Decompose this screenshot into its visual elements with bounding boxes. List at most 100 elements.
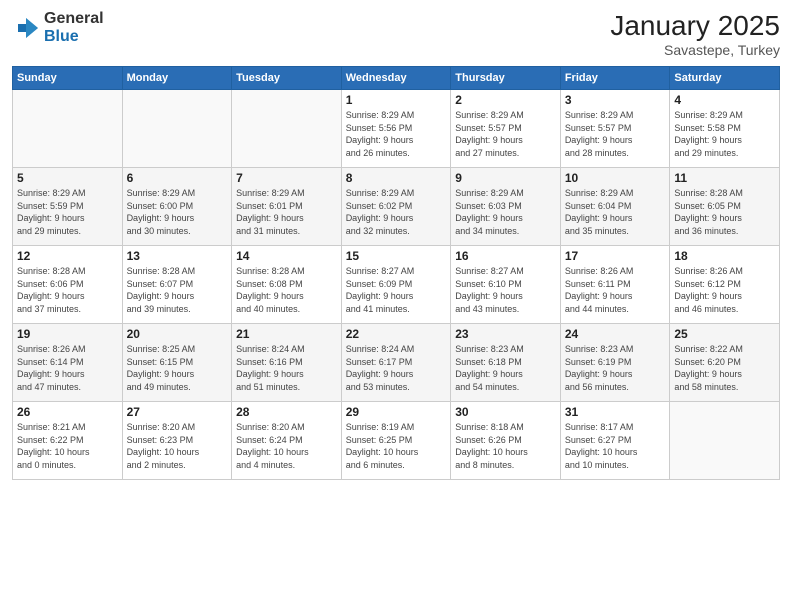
day-info: Sunrise: 8:20 AM Sunset: 6:24 PM Dayligh…	[236, 421, 337, 471]
day-number: 7	[236, 171, 337, 185]
logo-general-text: General	[44, 10, 104, 28]
header-wednesday: Wednesday	[341, 67, 451, 90]
day-info: Sunrise: 8:29 AM Sunset: 6:02 PM Dayligh…	[346, 187, 447, 237]
day-number: 16	[455, 249, 556, 263]
day-info: Sunrise: 8:24 AM Sunset: 6:17 PM Dayligh…	[346, 343, 447, 393]
logo-blue-text: Blue	[44, 28, 104, 46]
day-number: 30	[455, 405, 556, 419]
day-number: 3	[565, 93, 666, 107]
day-info: Sunrise: 8:23 AM Sunset: 6:19 PM Dayligh…	[565, 343, 666, 393]
calendar-cell	[122, 90, 232, 168]
day-info: Sunrise: 8:17 AM Sunset: 6:27 PM Dayligh…	[565, 421, 666, 471]
calendar-cell: 24 Sunrise: 8:23 AM Sunset: 6:19 PM Dayli…	[560, 324, 670, 402]
day-number: 14	[236, 249, 337, 263]
day-number: 21	[236, 327, 337, 341]
day-number: 1	[346, 93, 447, 107]
day-number: 27	[127, 405, 228, 419]
day-number: 20	[127, 327, 228, 341]
day-info: Sunrise: 8:21 AM Sunset: 6:22 PM Dayligh…	[17, 421, 118, 471]
day-number: 24	[565, 327, 666, 341]
day-info: Sunrise: 8:26 AM Sunset: 6:14 PM Dayligh…	[17, 343, 118, 393]
day-number: 31	[565, 405, 666, 419]
day-number: 11	[674, 171, 775, 185]
calendar-cell: 20 Sunrise: 8:25 AM Sunset: 6:15 PM Dayli…	[122, 324, 232, 402]
day-number: 25	[674, 327, 775, 341]
calendar-cell: 19 Sunrise: 8:26 AM Sunset: 6:14 PM Dayli…	[13, 324, 123, 402]
day-info: Sunrise: 8:29 AM Sunset: 5:59 PM Dayligh…	[17, 187, 118, 237]
day-info: Sunrise: 8:28 AM Sunset: 6:06 PM Dayligh…	[17, 265, 118, 315]
calendar-cell: 7Sunrise: 8:29 AM Sunset: 6:01 PM Daylig…	[232, 168, 342, 246]
day-number: 19	[17, 327, 118, 341]
calendar-cell: 13 Sunrise: 8:28 AM Sunset: 6:07 PM Dayli…	[122, 246, 232, 324]
calendar-cell: 6Sunrise: 8:29 AM Sunset: 6:00 PM Daylig…	[122, 168, 232, 246]
calendar-cell: 9Sunrise: 8:29 AM Sunset: 6:03 PM Daylig…	[451, 168, 561, 246]
day-info: Sunrise: 8:29 AM Sunset: 5:56 PM Dayligh…	[346, 109, 447, 159]
day-info: Sunrise: 8:28 AM Sunset: 6:07 PM Dayligh…	[127, 265, 228, 315]
calendar-cell	[670, 402, 780, 480]
calendar-cell: 15Sunrise: 8:27 AM Sunset: 6:09 PM Dayli…	[341, 246, 451, 324]
day-number: 2	[455, 93, 556, 107]
day-number: 10	[565, 171, 666, 185]
page: General Blue January 2025 Savastepe, Tur…	[0, 0, 792, 612]
day-info: Sunrise: 8:27 AM Sunset: 6:10 PM Dayligh…	[455, 265, 556, 315]
day-info: Sunrise: 8:26 AM Sunset: 6:11 PM Dayligh…	[565, 265, 666, 315]
week-row-2: 12 Sunrise: 8:28 AM Sunset: 6:06 PM Dayli…	[13, 246, 780, 324]
calendar-cell: 17Sunrise: 8:26 AM Sunset: 6:11 PM Dayli…	[560, 246, 670, 324]
calendar-cell	[13, 90, 123, 168]
calendar-cell: 28 Sunrise: 8:20 AM Sunset: 6:24 PM Dayli…	[232, 402, 342, 480]
calendar-cell: 5 Sunrise: 8:29 AM Sunset: 5:59 PM Daylig…	[13, 168, 123, 246]
header-sunday: Sunday	[13, 67, 123, 90]
day-info: Sunrise: 8:29 AM Sunset: 5:58 PM Dayligh…	[674, 109, 775, 159]
calendar-cell: 12 Sunrise: 8:28 AM Sunset: 6:06 PM Dayli…	[13, 246, 123, 324]
week-row-0: 1 Sunrise: 8:29 AM Sunset: 5:56 PM Daylig…	[13, 90, 780, 168]
day-info: Sunrise: 8:18 AM Sunset: 6:26 PM Dayligh…	[455, 421, 556, 471]
day-number: 23	[455, 327, 556, 341]
calendar-cell: 30 Sunrise: 8:18 AM Sunset: 6:26 PM Dayli…	[451, 402, 561, 480]
calendar-cell: 10Sunrise: 8:29 AM Sunset: 6:04 PM Dayli…	[560, 168, 670, 246]
calendar-cell: 31 Sunrise: 8:17 AM Sunset: 6:27 PM Dayli…	[560, 402, 670, 480]
week-row-4: 26 Sunrise: 8:21 AM Sunset: 6:22 PM Dayli…	[13, 402, 780, 480]
calendar-cell: 2 Sunrise: 8:29 AM Sunset: 5:57 PM Daylig…	[451, 90, 561, 168]
calendar-cell: 23Sunrise: 8:23 AM Sunset: 6:18 PM Dayli…	[451, 324, 561, 402]
header-tuesday: Tuesday	[232, 67, 342, 90]
logo: General Blue	[12, 10, 104, 45]
day-number: 29	[346, 405, 447, 419]
day-info: Sunrise: 8:25 AM Sunset: 6:15 PM Dayligh…	[127, 343, 228, 393]
day-number: 9	[455, 171, 556, 185]
day-info: Sunrise: 8:20 AM Sunset: 6:23 PM Dayligh…	[127, 421, 228, 471]
calendar-cell: 8Sunrise: 8:29 AM Sunset: 6:02 PM Daylig…	[341, 168, 451, 246]
calendar-cell: 1 Sunrise: 8:29 AM Sunset: 5:56 PM Daylig…	[341, 90, 451, 168]
day-info: Sunrise: 8:28 AM Sunset: 6:08 PM Dayligh…	[236, 265, 337, 315]
calendar-cell: 16 Sunrise: 8:27 AM Sunset: 6:10 PM Dayli…	[451, 246, 561, 324]
day-number: 28	[236, 405, 337, 419]
calendar-cell: 22 Sunrise: 8:24 AM Sunset: 6:17 PM Dayli…	[341, 324, 451, 402]
calendar-cell: 14 Sunrise: 8:28 AM Sunset: 6:08 PM Dayli…	[232, 246, 342, 324]
calendar-table: Sunday Monday Tuesday Wednesday Thursday…	[12, 66, 780, 480]
calendar-cell: 21 Sunrise: 8:24 AM Sunset: 6:16 PM Dayli…	[232, 324, 342, 402]
day-info: Sunrise: 8:27 AM Sunset: 6:09 PM Dayligh…	[346, 265, 447, 315]
day-info: Sunrise: 8:29 AM Sunset: 5:57 PM Dayligh…	[565, 109, 666, 159]
week-row-1: 5 Sunrise: 8:29 AM Sunset: 5:59 PM Daylig…	[13, 168, 780, 246]
day-info: Sunrise: 8:26 AM Sunset: 6:12 PM Dayligh…	[674, 265, 775, 315]
calendar-cell: 26 Sunrise: 8:21 AM Sunset: 6:22 PM Dayli…	[13, 402, 123, 480]
calendar-cell: 11 Sunrise: 8:28 AM Sunset: 6:05 PM Dayli…	[670, 168, 780, 246]
calendar-cell: 3 Sunrise: 8:29 AM Sunset: 5:57 PM Daylig…	[560, 90, 670, 168]
header-thursday: Thursday	[451, 67, 561, 90]
day-number: 26	[17, 405, 118, 419]
day-number: 13	[127, 249, 228, 263]
day-number: 12	[17, 249, 118, 263]
day-info: Sunrise: 8:29 AM Sunset: 5:57 PM Dayligh…	[455, 109, 556, 159]
day-number: 6	[127, 171, 228, 185]
day-info: Sunrise: 8:24 AM Sunset: 6:16 PM Dayligh…	[236, 343, 337, 393]
calendar-cell: 25Sunrise: 8:22 AM Sunset: 6:20 PM Dayli…	[670, 324, 780, 402]
calendar-cell	[232, 90, 342, 168]
logo-icon	[12, 14, 40, 42]
header-monday: Monday	[122, 67, 232, 90]
week-row-3: 19 Sunrise: 8:26 AM Sunset: 6:14 PM Dayli…	[13, 324, 780, 402]
header-saturday: Saturday	[670, 67, 780, 90]
day-info: Sunrise: 8:28 AM Sunset: 6:05 PM Dayligh…	[674, 187, 775, 237]
day-number: 4	[674, 93, 775, 107]
day-number: 22	[346, 327, 447, 341]
weekday-header-row: Sunday Monday Tuesday Wednesday Thursday…	[13, 67, 780, 90]
day-number: 5	[17, 171, 118, 185]
